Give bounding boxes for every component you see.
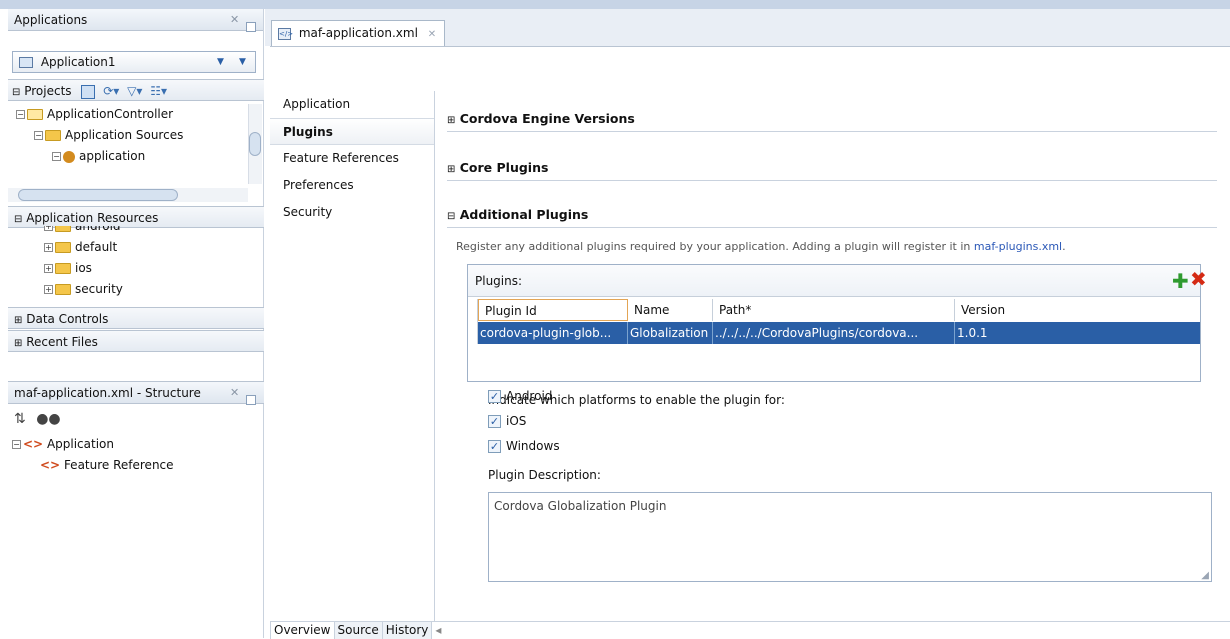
structure-panel-header: maf-application.xml - Structure ✕ bbox=[8, 382, 264, 405]
plugin-description-field[interactable]: Cordova Globalization Plugin ◢ bbox=[488, 492, 1212, 582]
structure-toolbar: ⇅ ●● bbox=[8, 404, 264, 434]
tab-label: maf-application.xml bbox=[298, 26, 418, 40]
divider bbox=[447, 131, 1217, 132]
search-icon[interactable] bbox=[81, 84, 96, 99]
additional-help-text: Register any additional plugins required… bbox=[456, 240, 1066, 253]
tab-source[interactable]: Source bbox=[334, 622, 383, 639]
collapse-icon[interactable]: ⊟ bbox=[12, 87, 20, 98]
checkbox-checked-icon[interactable]: ✓ bbox=[488, 390, 501, 403]
tab-maf-application-xml[interactable]: </> maf-application.xml ✕ bbox=[271, 20, 445, 46]
section-core-plugins[interactable]: ⊞ Core Plugins bbox=[447, 160, 548, 175]
minimize-icon[interactable] bbox=[246, 388, 256, 410]
app-menu-icon[interactable]: ▼ bbox=[239, 52, 246, 72]
applications-title: Applications bbox=[14, 13, 88, 27]
structure-item-feature-reference[interactable]: <> Feature Reference bbox=[12, 455, 264, 476]
minimize-icon[interactable] bbox=[246, 15, 256, 37]
structure-panel: maf-application.xml - Structure ✕ ⇅ ●● −… bbox=[8, 381, 264, 638]
tab-history[interactable]: History bbox=[382, 622, 433, 639]
platform-android-checkbox[interactable]: ✓ Android bbox=[488, 389, 552, 403]
binoculars-icon[interactable]: ●● bbox=[36, 411, 60, 427]
tree-item-default[interactable]: + default bbox=[16, 237, 246, 258]
application-selector-value: Application1 bbox=[40, 55, 116, 69]
section-additional-plugins[interactable]: ⊟ Additional Plugins bbox=[447, 207, 588, 222]
table-row[interactable]: cordova-plugin-glob... Globalization ../… bbox=[468, 322, 1200, 344]
column-name[interactable]: Name bbox=[628, 299, 713, 321]
tree-item-security[interactable]: + security bbox=[16, 279, 246, 296]
nav-plugins[interactable]: Plugins bbox=[270, 118, 434, 145]
chevron-down-icon[interactable]: ▼ bbox=[217, 52, 224, 72]
table-header-row: Plugin Id Name Path* Version bbox=[468, 299, 1200, 321]
tree-item-application[interactable]: − application bbox=[16, 146, 246, 167]
application-selector[interactable]: Application1 ▼ ▼ bbox=[12, 51, 256, 73]
cell-version[interactable]: 1.0.1 bbox=[955, 322, 1200, 344]
tab-overview[interactable]: Overview bbox=[270, 622, 335, 639]
resources-tree: + android + default + ios + security bbox=[16, 226, 246, 296]
plugin-description-value: Cordova Globalization Plugin bbox=[494, 499, 667, 513]
tree-hscrollbar[interactable] bbox=[8, 188, 248, 202]
xml-element-icon: <> bbox=[23, 437, 44, 451]
maf-plugins-link[interactable]: maf-plugins.xml bbox=[974, 240, 1062, 253]
section-cordova-engine-versions[interactable]: ⊞ Cordova Engine Versions bbox=[447, 111, 635, 126]
row-gutter bbox=[468, 299, 478, 344]
resize-grip-icon[interactable]: ◢ bbox=[1201, 570, 1209, 581]
tree-item-android[interactable]: + android bbox=[16, 226, 246, 237]
checkbox-checked-icon[interactable]: ✓ bbox=[488, 415, 501, 428]
sort-icon[interactable]: ⇅ bbox=[14, 411, 26, 427]
nav-feature-references[interactable]: Feature References bbox=[270, 145, 434, 172]
cell-name[interactable]: Globalization bbox=[628, 322, 713, 344]
structure-tree: − <> Application <> Feature Reference bbox=[8, 434, 264, 476]
plugins-label: Plugins: bbox=[475, 274, 523, 288]
cell-plugin-id[interactable]: cordova-plugin-glob... bbox=[478, 322, 628, 344]
recent-files-header[interactable]: ⊞ Recent Files bbox=[8, 330, 264, 352]
divider bbox=[447, 180, 1217, 181]
platform-windows-checkbox[interactable]: ✓ Windows bbox=[488, 439, 560, 453]
platform-checkboxes: ✓ Android ✓ iOS ✓ Windows bbox=[488, 389, 788, 469]
checkbox-checked-icon[interactable]: ✓ bbox=[488, 440, 501, 453]
projects-header[interactable]: ⊟ Projects ⟳▾ ▽▾ ☷▾ bbox=[8, 79, 264, 101]
scroll-left-icon[interactable]: ◂ bbox=[432, 622, 444, 639]
package-icon bbox=[63, 150, 75, 163]
refresh-icon[interactable]: ⟳▾ bbox=[103, 84, 119, 98]
close-icon[interactable]: ✕ bbox=[230, 9, 239, 31]
column-version[interactable]: Version bbox=[955, 299, 1200, 321]
projects-label: Projects bbox=[24, 84, 72, 98]
plugin-description-label: Plugin Description: bbox=[488, 468, 601, 482]
xml-element-icon: <> bbox=[40, 458, 61, 472]
add-plugin-icon[interactable]: ✚ bbox=[1172, 271, 1189, 291]
cell-path[interactable]: ../../../../CordovaPlugins/cordova... bbox=[713, 322, 955, 344]
nav-security[interactable]: Security bbox=[270, 199, 434, 226]
applications-panel: Applications ✕ Application1 ▼ ▼ ⊟ Projec… bbox=[8, 9, 264, 638]
column-path[interactable]: Path* bbox=[713, 299, 955, 321]
top-bar bbox=[0, 0, 1230, 9]
project-tree: − ApplicationController − Application Sour… bbox=[16, 104, 246, 186]
structure-item-application[interactable]: − <> Application bbox=[12, 434, 264, 455]
xml-file-icon: </> bbox=[278, 27, 294, 40]
tree-vscrollbar[interactable] bbox=[248, 104, 262, 184]
structure-title: maf-application.xml - Structure bbox=[14, 386, 201, 400]
data-controls-header[interactable]: ⊞ Data Controls bbox=[8, 307, 264, 329]
tree-item-applicationcontroller[interactable]: − ApplicationController bbox=[16, 104, 246, 125]
delete-plugin-icon[interactable]: ✖ bbox=[1190, 269, 1207, 289]
tree-item-ios[interactable]: + ios bbox=[16, 258, 246, 279]
hierarchy-icon[interactable]: ☷▾ bbox=[150, 84, 167, 98]
platform-ios-checkbox[interactable]: ✓ iOS bbox=[488, 414, 526, 428]
application-icon bbox=[19, 57, 33, 68]
nav-preferences[interactable]: Preferences bbox=[270, 172, 434, 199]
application-resources-header[interactable]: ⊟ Application Resources bbox=[8, 206, 264, 228]
close-icon[interactable]: ✕ bbox=[428, 29, 436, 40]
bottom-tab-bar: Overview Source History ◂ bbox=[270, 621, 1230, 639]
overview-nav: Application Plugins Feature References P… bbox=[270, 91, 434, 226]
column-plugin-id[interactable]: Plugin Id bbox=[478, 299, 628, 321]
applications-panel-header: Applications ✕ bbox=[8, 9, 263, 32]
filter-icon[interactable]: ▽▾ bbox=[127, 84, 142, 98]
divider bbox=[447, 227, 1217, 228]
nav-application[interactable]: Application bbox=[270, 91, 434, 118]
plugins-table-header: Plugins: ✚ ✖ bbox=[468, 265, 1207, 297]
tree-item-application-sources[interactable]: − Application Sources bbox=[16, 125, 246, 146]
close-icon[interactable]: ✕ bbox=[230, 382, 239, 404]
plugins-table: Plugins: ✚ ✖ Plugin Id Name Path* Versio… bbox=[467, 264, 1207, 382]
